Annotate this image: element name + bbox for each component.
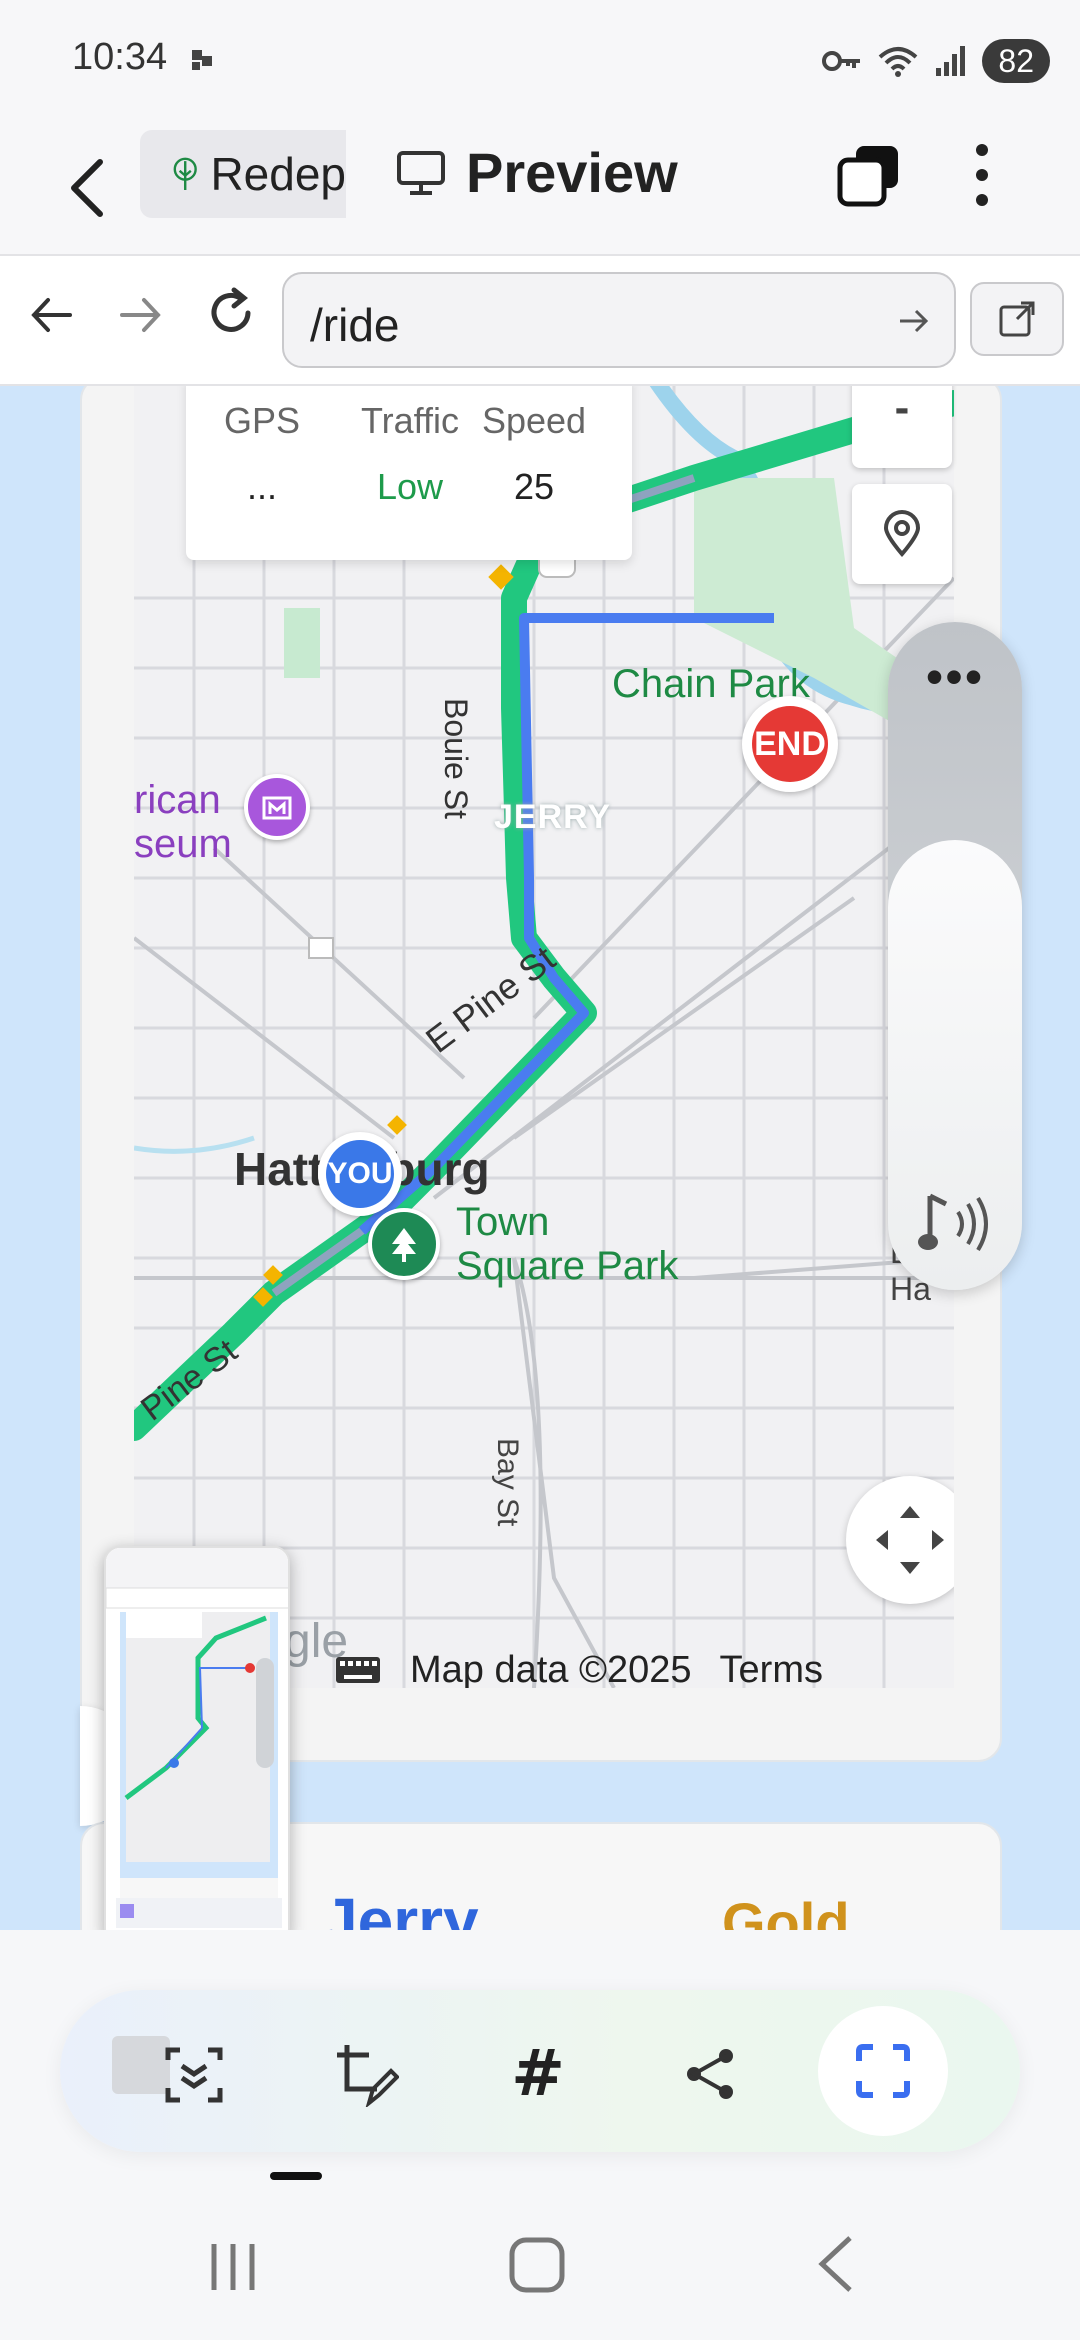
map-label-town-square-1: Town	[456, 1200, 550, 1244]
ride-info-card: GPS ... Traffic Low Speed 25	[186, 386, 632, 560]
thumbnail-preview	[106, 1548, 288, 1942]
map-label-museum-1: rican	[134, 778, 221, 822]
url-input[interactable]: /ride	[282, 272, 956, 368]
url-bar: /ride	[0, 256, 1080, 386]
driver-tier: Gold	[722, 1891, 850, 1930]
map-view[interactable]: Chain Park END JERRY Bouie St rican seum…	[134, 386, 954, 1688]
map-label-jerry: JERRY	[494, 798, 612, 836]
park-pin[interactable]	[368, 1208, 440, 1280]
capture-frame-icon	[856, 2044, 910, 2098]
more-options-icon[interactable]	[960, 140, 1004, 210]
back-arrow-icon[interactable]	[60, 148, 120, 228]
status-icons: 82	[822, 36, 1050, 86]
tree-icon	[173, 157, 197, 191]
museum-icon	[262, 796, 292, 820]
terms-link[interactable]: Terms	[720, 1649, 823, 1689]
toolbar-handle[interactable]	[270, 2172, 322, 2180]
recents-icon[interactable]	[206, 2240, 260, 2294]
capture-button[interactable]	[818, 2006, 948, 2136]
notification-icon	[192, 50, 212, 70]
tab-preview[interactable]: Preview	[396, 140, 678, 205]
speed-value: 25	[513, 466, 555, 507]
end-marker[interactable]: END	[742, 696, 838, 792]
you-marker[interactable]: YOU	[318, 1132, 402, 1216]
speed-label: Speed	[481, 400, 587, 441]
go-arrow-icon[interactable]	[896, 304, 930, 338]
crop-edit-icon	[337, 2045, 399, 2107]
map-label-museum-2: seum	[134, 822, 232, 866]
share-icon	[687, 2049, 733, 2099]
app-header: Redep Preview	[0, 118, 1080, 256]
battery-indicator: 82	[982, 39, 1050, 83]
map-label-bay-st: Bay St	[491, 1438, 524, 1527]
crop-edit-button[interactable]	[322, 2030, 410, 2118]
recent-app-thumbnail[interactable]	[104, 1546, 290, 1944]
external-link-icon	[999, 301, 1035, 337]
preview-label: Preview	[466, 141, 678, 204]
tree-pin-icon	[392, 1228, 416, 1262]
gps-column: GPS ...	[222, 400, 302, 508]
scan-select-icon	[165, 2047, 223, 2103]
key-icon	[822, 51, 861, 71]
hashtag-button[interactable]: #	[494, 2030, 582, 2118]
gps-value: ...	[246, 466, 277, 507]
map-data-text: Map data ©2025	[410, 1648, 692, 1689]
volume-more-icon[interactable]: •••	[888, 652, 1022, 702]
scan-select-button[interactable]	[150, 2030, 238, 2118]
traffic-column: Traffic Low	[350, 400, 470, 508]
open-external-button[interactable]	[970, 282, 1064, 356]
reload-icon[interactable]	[204, 286, 258, 340]
signal-icon	[936, 46, 966, 76]
share-button[interactable]	[666, 2030, 754, 2118]
monitor-icon	[397, 150, 445, 195]
speed-column: Speed 25	[478, 400, 590, 508]
system-back-icon[interactable]	[816, 2234, 856, 2294]
wifi-icon	[879, 47, 918, 77]
zoom-out-button[interactable]: -	[852, 386, 952, 468]
you-marker-label: YOU	[327, 1157, 393, 1190]
windows-icon[interactable]	[836, 142, 902, 208]
map-canvas	[134, 386, 954, 1688]
gps-label: GPS	[223, 400, 301, 441]
media-volume-icon	[918, 1193, 988, 1252]
locate-button[interactable]	[852, 484, 952, 584]
map-label-bouie: Bouie St	[438, 698, 474, 819]
volume-panel[interactable]: •••	[888, 622, 1022, 1290]
driver-name: Jerry	[322, 1885, 479, 1930]
end-marker-label: END	[754, 724, 826, 763]
status-bar: 10:34 82	[0, 0, 1080, 118]
keyboard-icon[interactable]	[334, 1655, 382, 1685]
map-label-town-square-2: Square Park	[456, 1244, 679, 1288]
url-text: /ride	[310, 299, 400, 351]
map-attribution: Map data ©2025 Terms	[334, 1640, 823, 1688]
nav-forward-icon[interactable]	[116, 290, 166, 340]
hashtag-icon: #	[511, 2037, 565, 2111]
arrows-expand-icon	[876, 1506, 944, 1574]
museum-pin[interactable]	[244, 774, 310, 840]
nav-back-icon[interactable]	[26, 290, 76, 340]
traffic-label: Traffic	[360, 400, 459, 441]
project-chip[interactable]: Redep	[140, 130, 346, 218]
location-pin-icon	[883, 510, 921, 558]
status-time: 10:34	[72, 36, 168, 78]
traffic-value: Low	[376, 466, 444, 507]
project-label: Redep	[210, 148, 346, 200]
home-icon[interactable]	[508, 2236, 566, 2294]
